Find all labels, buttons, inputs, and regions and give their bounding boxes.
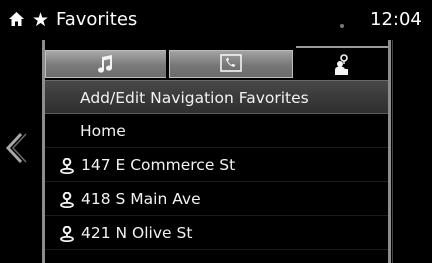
list-item-home[interactable]: Home — [45, 114, 388, 148]
back-chevron-icon[interactable] — [0, 128, 30, 168]
status-header: ★ Favorites 12:04 — [0, 0, 432, 38]
list-item-label: 147 E Commerce St — [81, 156, 236, 174]
music-note-icon — [98, 55, 113, 73]
list-item[interactable]: 421 N Olive St — [45, 216, 388, 250]
person-pin-icon — [60, 192, 74, 208]
list-item[interactable]: 418 S Main Ave — [45, 182, 388, 216]
favorites-list: Add/Edit Navigation Favorites Home 147 E… — [45, 80, 388, 250]
tab-navigation[interactable] — [296, 46, 388, 80]
list-item-label: Home — [80, 122, 126, 140]
phone-icon — [220, 54, 242, 72]
home-icon[interactable] — [9, 12, 24, 26]
person-pin-icon — [60, 158, 74, 174]
tab-phone[interactable] — [169, 50, 293, 78]
list-item[interactable]: 147 E Commerce St — [45, 148, 388, 182]
page-title: Favorites — [56, 9, 138, 30]
clock: 12:04 — [370, 9, 422, 30]
signal-indicator-icon — [340, 24, 344, 28]
list-item-label: 421 N Olive St — [81, 224, 193, 242]
list-item-label: Add/Edit Navigation Favorites — [80, 89, 309, 107]
tab-music[interactable] — [45, 50, 166, 78]
list-frame-right-shadow — [392, 40, 393, 263]
list-frame-right — [388, 40, 391, 263]
list-item-add-edit[interactable]: Add/Edit Navigation Favorites — [45, 80, 388, 114]
favorites-star-icon: ★ — [32, 9, 50, 31]
list-item-label: 418 S Main Ave — [81, 190, 201, 208]
person-pin-icon — [60, 226, 74, 242]
navigation-favorite-icon — [335, 54, 348, 75]
